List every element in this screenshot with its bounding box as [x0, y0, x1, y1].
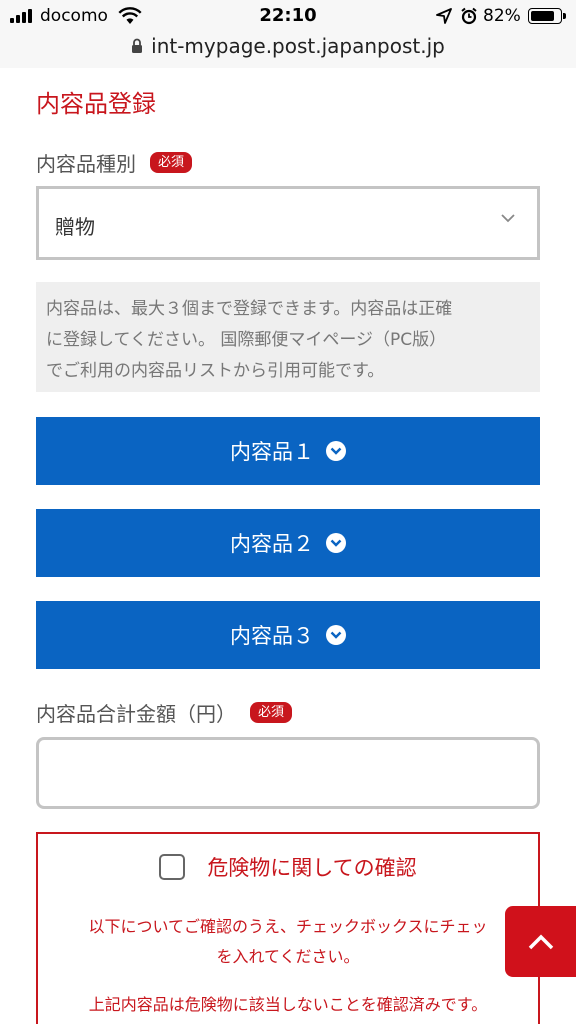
battery-percent: 82%	[483, 6, 521, 26]
dangerous-goods-box: 危険物に関しての確認 以下についてご確認のうえ、チェックボックスにチェッ を入れ…	[36, 832, 540, 1024]
chevron-circle-down-icon	[326, 625, 346, 645]
total-amount-label: 内容品合計金額（円）	[36, 702, 236, 726]
url-text: int-mypage.post.japanpost.jp	[151, 34, 445, 58]
required-badge: 必須	[150, 152, 193, 173]
scroll-to-top-button[interactable]	[505, 906, 576, 977]
required-badge: 必須	[250, 702, 293, 723]
info-line-1: 内容品は、最大３個まで登録できます。内容品は正確	[46, 299, 453, 319]
content-type-select[interactable]: 贈物	[36, 186, 540, 260]
item-3-label: 内容品３	[230, 624, 314, 648]
item-2-label: 内容品２	[230, 532, 314, 556]
chevron-circle-down-icon	[326, 441, 346, 461]
chevron-circle-down-icon	[326, 533, 346, 553]
lock-icon	[132, 38, 143, 53]
total-amount-label-row: 内容品合計金額（円） 必須	[36, 698, 293, 727]
location-arrow-icon	[436, 8, 452, 24]
info-box: 内容品は、最大３個まで登録できます。内容品は正確 に登録してください。 国際郵便…	[36, 282, 540, 392]
status-bar: docomo 22:10 82%	[0, 0, 576, 32]
info-line-3: でご利用の内容品リストから引用可能です。	[46, 361, 385, 381]
chevron-down-icon	[501, 214, 515, 223]
dangerous-goods-statement: 上記内容品は危険物に該当しないことを確認済みです。	[88, 995, 488, 1014]
item-2-accordion[interactable]: 内容品２	[36, 509, 540, 577]
dangerous-goods-instruction-1: 以下についてご確認のうえ、チェックボックスにチェッ	[88, 917, 488, 936]
dangerous-goods-instruction-2: を入れてください。	[216, 947, 360, 966]
content-type-label: 内容品種別	[36, 152, 136, 176]
item-3-accordion[interactable]: 内容品３	[36, 601, 540, 669]
item-1-label: 内容品１	[230, 440, 314, 464]
alarm-icon	[461, 7, 477, 25]
content-type-label-row: 内容品種別 必須	[36, 148, 193, 177]
content-type-selected-value: 贈物	[55, 215, 95, 239]
chevron-up-icon	[528, 934, 553, 949]
info-line-2: に登録してください。 国際郵便マイページ（PC版）	[46, 330, 447, 350]
item-1-accordion[interactable]: 内容品１	[36, 417, 540, 485]
address-bar[interactable]: int-mypage.post.japanpost.jp	[0, 32, 576, 68]
section-title: 内容品登録	[36, 90, 156, 118]
dangerous-goods-checkbox[interactable]	[159, 854, 186, 880]
dangerous-goods-title: 危険物に関しての確認	[207, 856, 417, 880]
battery-icon	[528, 8, 566, 24]
total-amount-input[interactable]	[36, 737, 540, 809]
